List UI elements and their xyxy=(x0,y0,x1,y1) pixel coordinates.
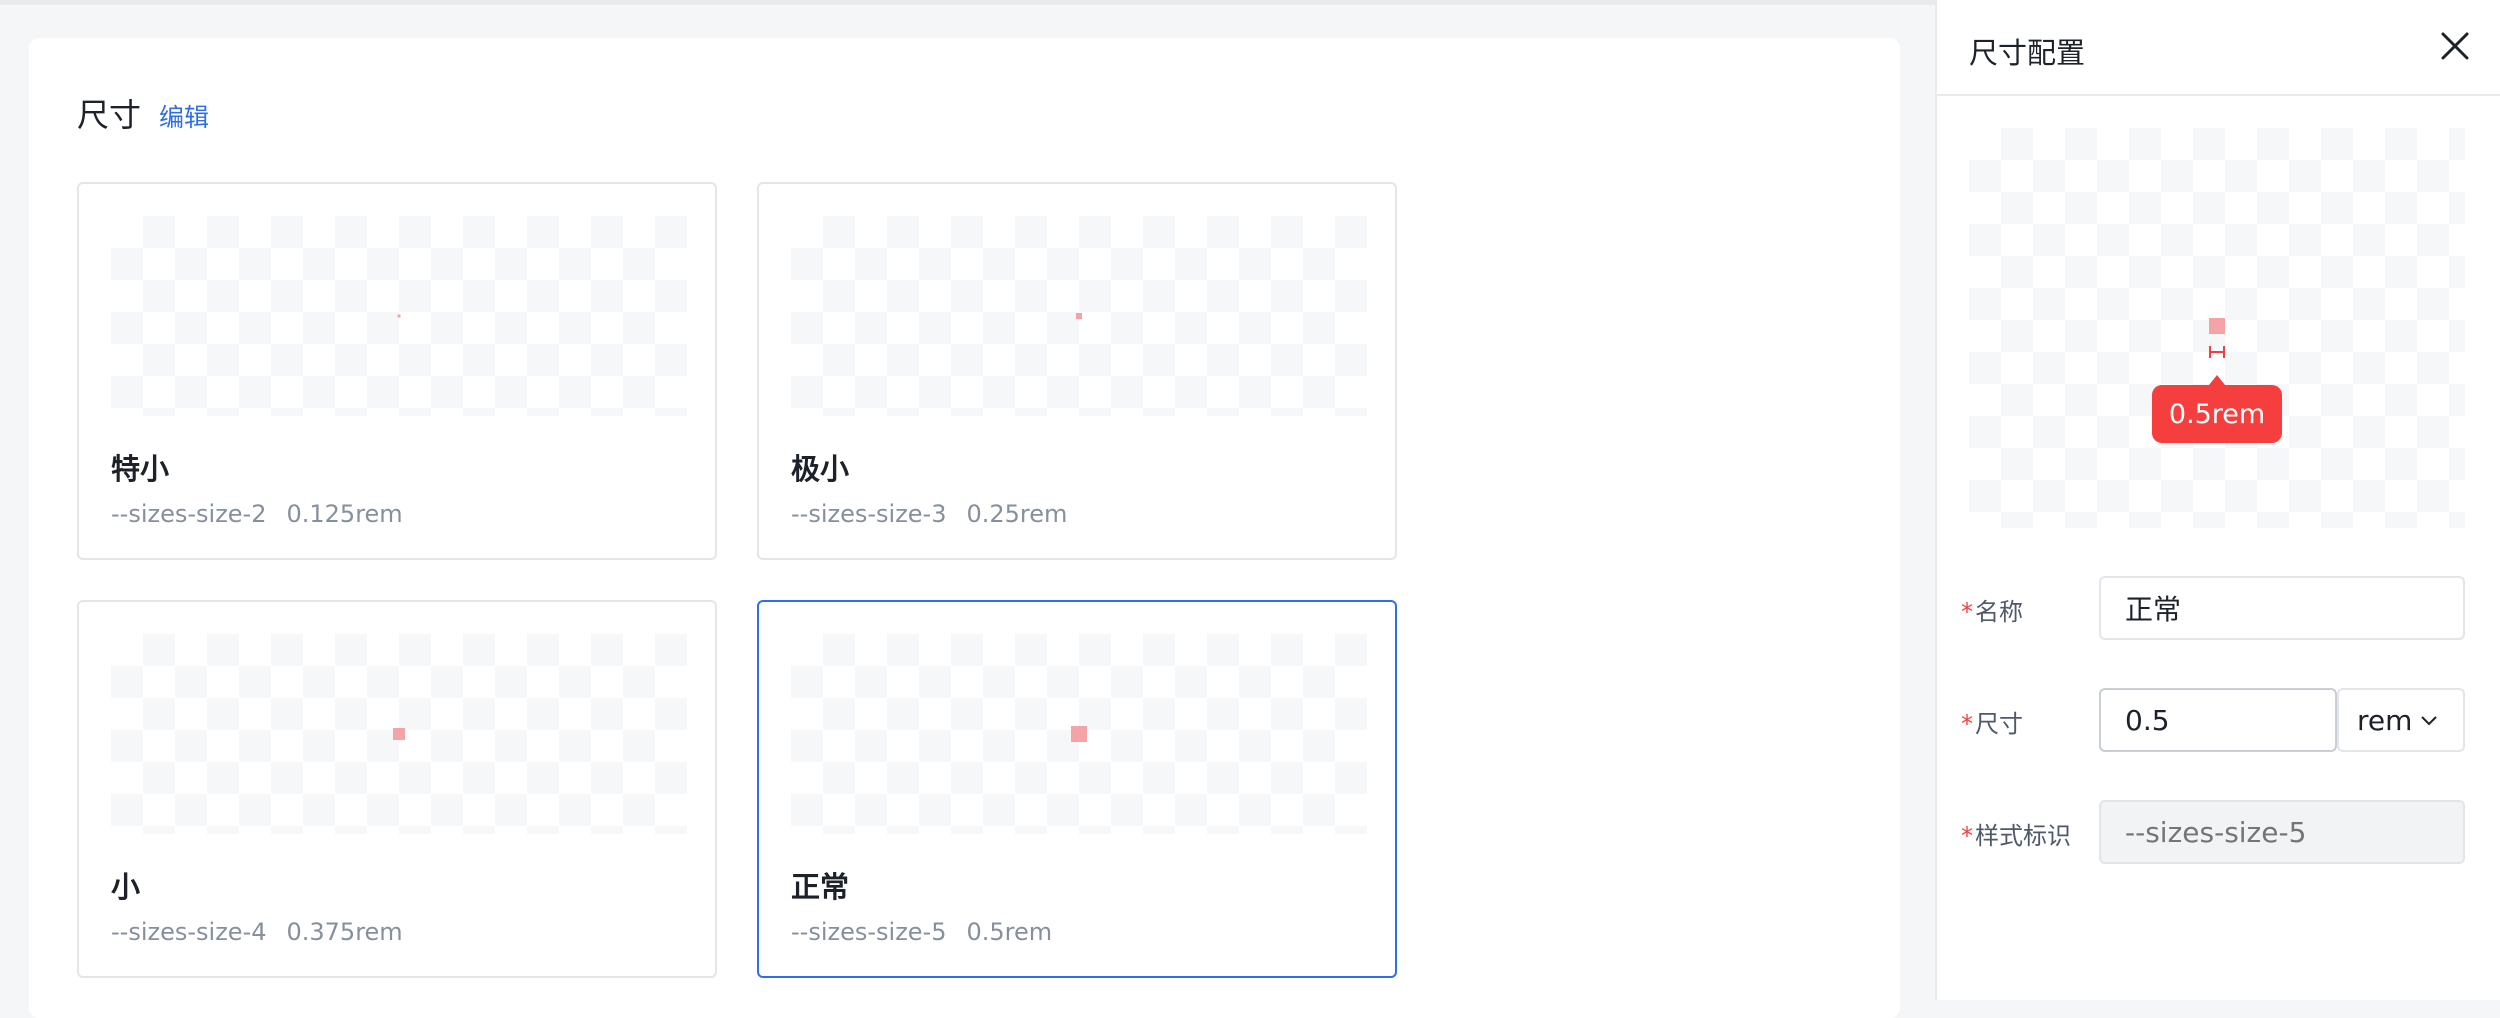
section-header: 尺寸 编辑 xyxy=(77,90,209,136)
drawer-header: 尺寸配置 xyxy=(1937,0,2500,96)
size-input[interactable] xyxy=(2099,688,2337,752)
card-name: 特小 xyxy=(111,452,170,486)
measure-icon xyxy=(2209,346,2225,358)
size-preview xyxy=(111,216,687,416)
edit-link[interactable]: 编辑 xyxy=(159,98,209,134)
size-label: *尺寸 xyxy=(1961,710,2023,738)
style-id-label: *样式标识 xyxy=(1961,822,2071,850)
card-token: --sizes-size-5 xyxy=(791,918,947,946)
close-icon xyxy=(2441,32,2469,60)
size-card-normal[interactable]: 正常 --sizes-size-5 0.5rem xyxy=(757,600,1397,978)
size-preview xyxy=(791,216,1367,416)
card-name: 小 xyxy=(111,870,141,904)
unit-value: rem xyxy=(2357,703,2413,737)
size-swatch xyxy=(393,728,405,740)
size-tooltip: 0.5rem xyxy=(2152,375,2282,443)
size-panel: 尺寸 编辑 特小 --sizes-size-2 0.125rem 极小 --siz… xyxy=(29,38,1900,1018)
card-value: 0.5rem xyxy=(966,918,1053,946)
card-value: 0.375rem xyxy=(286,918,403,946)
name-input[interactable] xyxy=(2099,576,2465,640)
size-swatch xyxy=(397,314,401,318)
card-meta: --sizes-size-5 0.5rem xyxy=(791,918,1052,946)
card-value: 0.25rem xyxy=(966,500,1068,528)
required-mark: * xyxy=(1961,598,1973,626)
card-name: 正常 xyxy=(791,870,850,904)
size-card-xs[interactable]: 特小 --sizes-size-2 0.125rem xyxy=(77,182,717,560)
section-title: 尺寸 xyxy=(77,96,142,134)
chevron-down-icon xyxy=(2421,716,2438,726)
size-preview-large: 0.5rem xyxy=(1969,128,2465,528)
card-value: 0.125rem xyxy=(286,500,403,528)
size-swatch xyxy=(1071,726,1087,742)
card-meta: --sizes-size-4 0.375rem xyxy=(111,918,403,946)
name-label: *名称 xyxy=(1961,598,2023,626)
size-preview xyxy=(111,634,687,834)
card-token: --sizes-size-2 xyxy=(111,500,267,528)
drawer-title: 尺寸配置 xyxy=(1969,36,2086,70)
card-token: --sizes-size-3 xyxy=(791,500,947,528)
size-swatch xyxy=(1076,313,1082,319)
style-id-input xyxy=(2099,800,2465,864)
card-meta: --sizes-size-3 0.25rem xyxy=(791,500,1067,528)
size-swatch xyxy=(2209,318,2225,334)
close-button[interactable] xyxy=(2437,28,2473,64)
unit-select[interactable]: rem xyxy=(2337,688,2465,752)
size-preview xyxy=(791,634,1367,834)
required-mark: * xyxy=(1961,822,1973,850)
card-meta: --sizes-size-2 0.125rem xyxy=(111,500,403,528)
card-token: --sizes-size-4 xyxy=(111,918,267,946)
top-divider xyxy=(0,0,1935,5)
size-config-drawer: 尺寸配置 0.5rem *名称 *尺寸 rem *样式标识 xyxy=(1935,0,2500,1000)
card-name: 极小 xyxy=(791,452,850,486)
size-card-xxs[interactable]: 极小 --sizes-size-3 0.25rem xyxy=(757,182,1397,560)
size-card-sm[interactable]: 小 --sizes-size-4 0.375rem xyxy=(77,600,717,978)
required-mark: * xyxy=(1961,710,1973,738)
